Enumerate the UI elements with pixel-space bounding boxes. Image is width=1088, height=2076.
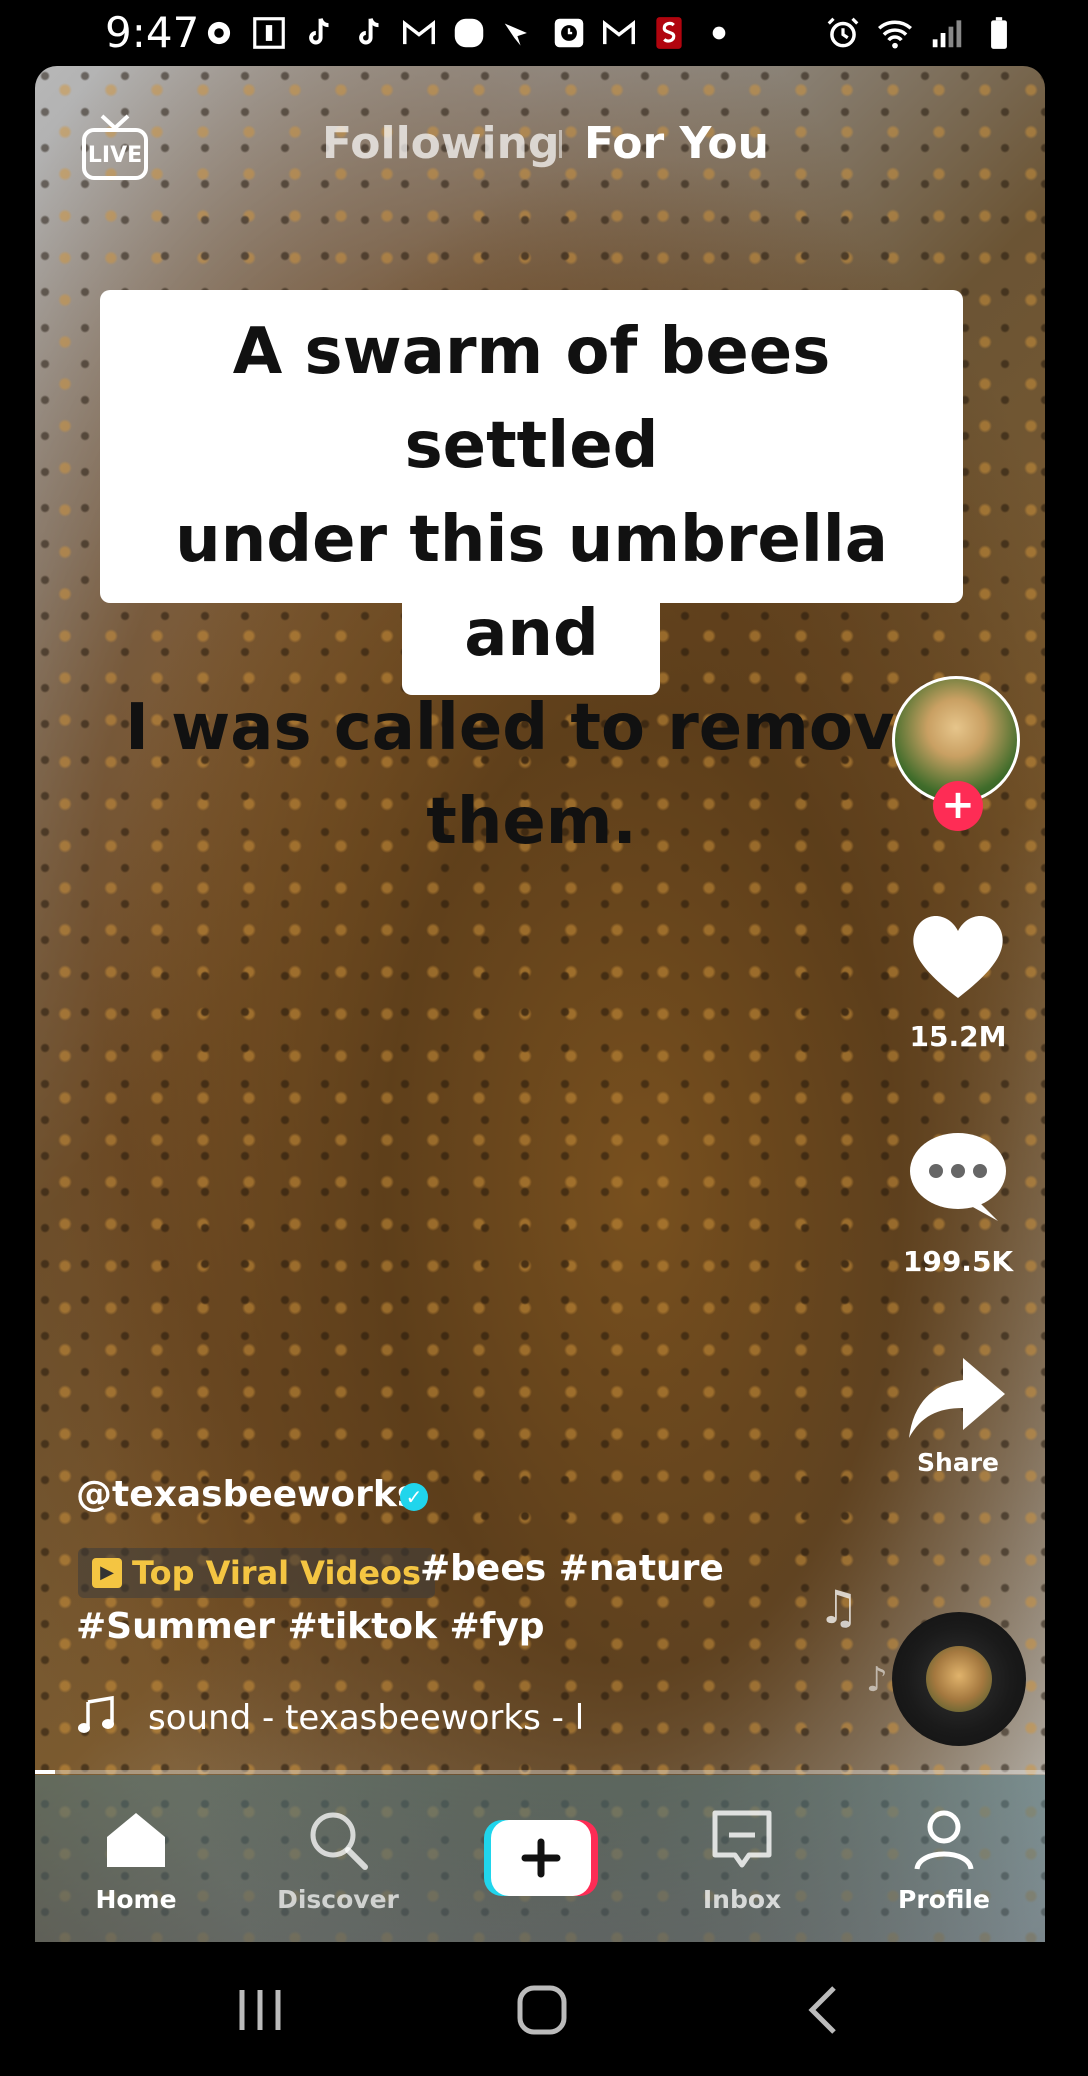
floating-note-icon: ♪ <box>866 1660 888 1700</box>
playlist-label: Top Viral Videos <box>132 1554 422 1592</box>
comment-icon[interactable] <box>903 1126 1013 1226</box>
stanford-icon <box>656 17 682 49</box>
live-icon[interactable]: LIVE <box>80 110 150 182</box>
nav-discover-label: Discover <box>277 1885 399 1914</box>
nav-profile-label: Profile <box>898 1885 990 1914</box>
back-icon[interactable] <box>796 1980 856 2040</box>
home-icon <box>107 1813 165 1867</box>
notification-icons <box>200 14 738 52</box>
creator-username[interactable]: @texasbeeworks <box>76 1474 418 1515</box>
tab-divider <box>559 130 562 158</box>
sound-name[interactable]: sound - texasbeeworks - l <box>148 1698 582 1738</box>
profile-icon <box>914 1810 974 1870</box>
home-button-icon[interactable] <box>512 1980 572 2040</box>
wifi-icon <box>878 20 912 49</box>
recent-apps-icon[interactable] <box>230 1980 290 2040</box>
status-bar: 9:47 <box>0 0 1088 66</box>
verified-badge-icon: ✓ <box>400 1483 428 1511</box>
nav-inbox-label: Inbox <box>702 1885 782 1914</box>
caption-line: them. <box>426 785 637 859</box>
gmail-icon <box>603 19 635 45</box>
nav-discover[interactable]: Discover <box>258 1805 418 1914</box>
share-icon[interactable] <box>903 1350 1013 1450</box>
caption-line: A swarm of bees settled <box>232 315 831 483</box>
tab-following[interactable]: Following <box>322 118 559 169</box>
bird-icon <box>504 23 527 46</box>
inbox-icon <box>712 1810 772 1868</box>
nav-inbox[interactable]: Inbox <box>662 1805 822 1914</box>
caption-line: I was called to remove <box>125 691 938 765</box>
share-label: Share <box>917 1448 999 1477</box>
video-progress-fill <box>35 1770 56 1774</box>
create-button[interactable] <box>484 1820 598 1896</box>
signal-icon <box>932 20 962 48</box>
music-note-icon <box>78 1695 114 1733</box>
comment-count: 199.5K <box>902 1245 1014 1278</box>
like-count: 15.2M <box>909 1020 1007 1053</box>
hashtags-line[interactable]: #Summer #tiktok #fyp <box>76 1606 545 1647</box>
gmail-icon <box>403 19 435 45</box>
video-progress-bar[interactable] <box>35 1770 1045 1774</box>
sound-disc-cover <box>926 1646 992 1712</box>
image-icon <box>253 17 285 49</box>
blob-icon <box>454 18 484 48</box>
playlist-chip[interactable]: ▶ Top Viral Videos <box>78 1548 436 1598</box>
heart-icon[interactable] <box>903 906 1013 1006</box>
caption-line: under this umbrella and <box>175 503 888 671</box>
video-caption: A swarm of bees settled under this umbre… <box>100 305 963 869</box>
tiktok-icon <box>359 18 379 45</box>
battery-icon <box>991 17 1007 49</box>
tab-for-you[interactable]: For You <box>584 118 769 169</box>
hashtags-line[interactable]: #bees #nature <box>420 1548 724 1589</box>
floating-note-icon: ♫ <box>818 1580 860 1634</box>
nav-profile[interactable]: Profile <box>864 1805 1024 1914</box>
alarm-icon <box>827 17 859 48</box>
system-icons <box>824 14 1018 52</box>
settings-icon <box>207 21 231 45</box>
follow-plus-icon[interactable]: + <box>933 781 983 831</box>
nav-home-label: Home <box>95 1885 177 1914</box>
clock-app-icon <box>554 18 584 48</box>
nav-home[interactable]: Home <box>56 1805 216 1914</box>
tiktok-icon <box>309 18 329 45</box>
svg-text:LIVE: LIVE <box>88 143 142 168</box>
search-icon <box>310 1812 368 1870</box>
playlist-icon: ▶ <box>92 1558 122 1588</box>
status-time: 9:47 <box>105 8 200 57</box>
dot-icon <box>712 26 726 40</box>
